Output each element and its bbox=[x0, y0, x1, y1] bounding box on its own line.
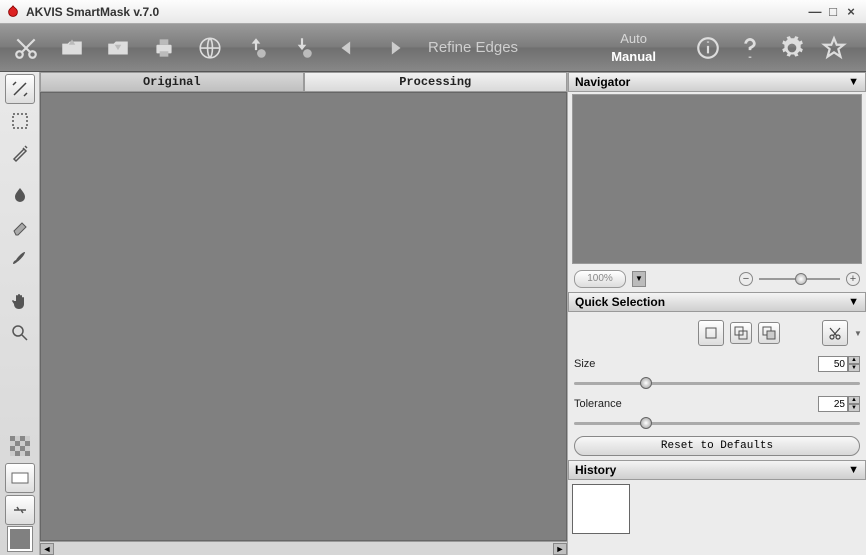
add-selection-icon[interactable] bbox=[730, 322, 752, 344]
collapse-icon[interactable]: ▼ bbox=[848, 464, 859, 476]
tolerance-slider[interactable] bbox=[574, 416, 860, 430]
zoom-out-button[interactable]: − bbox=[739, 272, 753, 286]
magic-brush-tool[interactable] bbox=[5, 138, 35, 168]
save-icon[interactable] bbox=[100, 30, 136, 66]
history-title: History bbox=[575, 463, 616, 477]
mode-auto[interactable]: Auto bbox=[620, 30, 647, 48]
zoom-controls: 100% ▼ − + bbox=[568, 266, 866, 292]
info-icon[interactable] bbox=[690, 30, 726, 66]
size-label: Size bbox=[574, 358, 595, 370]
quick-selection-header[interactable]: Quick Selection ▼ bbox=[568, 292, 866, 312]
minimize-button[interactable]: — bbox=[806, 4, 824, 19]
left-toolbox bbox=[0, 72, 40, 555]
maximize-button[interactable]: □ bbox=[824, 4, 842, 19]
close-button[interactable]: × bbox=[842, 4, 860, 19]
zoom-in-button[interactable]: + bbox=[846, 272, 860, 286]
canvas[interactable] bbox=[40, 92, 567, 541]
view-mode-2-icon[interactable] bbox=[5, 495, 35, 525]
tolerance-input[interactable] bbox=[818, 396, 848, 412]
right-panel: Navigator ▼ 100% ▼ − + Quick Selection ▼ bbox=[568, 72, 866, 555]
brush-tool[interactable] bbox=[5, 244, 35, 274]
zoom-dropdown-icon[interactable]: ▼ bbox=[632, 271, 646, 287]
export-settings-icon[interactable] bbox=[284, 30, 320, 66]
eraser-tool[interactable] bbox=[5, 212, 35, 242]
import-settings-icon[interactable] bbox=[238, 30, 274, 66]
quick-selection-panel: ▼ Size ▲▼ Tolerance ▲▼ Reset to Defaults bbox=[568, 312, 866, 460]
share-icon[interactable] bbox=[192, 30, 228, 66]
window-title: AKVIS SmartMask v.7.0 bbox=[26, 5, 159, 19]
tolerance-label: Tolerance bbox=[574, 398, 622, 410]
view-tabs: Original Processing bbox=[40, 72, 567, 92]
favorite-icon[interactable] bbox=[816, 30, 852, 66]
mode-switch: Auto Manual bbox=[587, 28, 680, 68]
zoom-tool[interactable] bbox=[5, 318, 35, 348]
checker-view-icon[interactable] bbox=[5, 431, 35, 461]
hand-tool[interactable] bbox=[5, 286, 35, 316]
redo-icon[interactable] bbox=[376, 30, 412, 66]
quick-selection-title: Quick Selection bbox=[575, 295, 665, 309]
settings-icon[interactable] bbox=[774, 30, 810, 66]
titlebar: AKVIS SmartMask v.7.0 — □ × bbox=[0, 0, 866, 24]
history-header[interactable]: History ▼ bbox=[568, 460, 866, 480]
help-icon[interactable] bbox=[732, 30, 768, 66]
size-input[interactable] bbox=[818, 356, 848, 372]
reset-defaults-button[interactable]: Reset to Defaults bbox=[574, 436, 860, 456]
tab-processing[interactable]: Processing bbox=[304, 72, 568, 92]
refine-edges-button[interactable]: Refine Edges bbox=[428, 39, 518, 56]
color-swatch[interactable] bbox=[8, 527, 32, 551]
history-thumbnail[interactable] bbox=[572, 484, 630, 534]
magic-wand-tool[interactable] bbox=[5, 74, 35, 104]
main-toolbar: Refine Edges Auto Manual bbox=[0, 24, 866, 72]
zoom-slider[interactable] bbox=[759, 274, 840, 284]
scissors-mode-icon[interactable] bbox=[822, 320, 848, 346]
navigator-header[interactable]: Navigator ▼ bbox=[568, 72, 866, 92]
new-selection-icon[interactable] bbox=[698, 320, 724, 346]
scissors-icon[interactable] bbox=[8, 30, 44, 66]
center-area: Original Processing ◄ ► bbox=[40, 72, 568, 555]
collapse-icon[interactable]: ▼ bbox=[848, 76, 859, 88]
collapse-icon[interactable]: ▼ bbox=[848, 296, 859, 308]
size-up[interactable]: ▲ bbox=[848, 356, 860, 364]
marquee-tool[interactable] bbox=[5, 106, 35, 136]
view-mode-1-icon[interactable] bbox=[5, 463, 35, 493]
open-icon[interactable] bbox=[54, 30, 90, 66]
drop-tool[interactable] bbox=[5, 180, 35, 210]
app-logo-icon bbox=[6, 5, 20, 19]
size-down[interactable]: ▼ bbox=[848, 364, 860, 372]
tol-down[interactable]: ▼ bbox=[848, 404, 860, 412]
subtract-selection-icon[interactable] bbox=[758, 322, 780, 344]
canvas-hscrollbar[interactable]: ◄ ► bbox=[40, 541, 567, 555]
tab-original[interactable]: Original bbox=[40, 72, 304, 92]
zoom-value[interactable]: 100% bbox=[574, 270, 626, 288]
scroll-left-icon[interactable]: ◄ bbox=[40, 543, 54, 555]
navigator-title: Navigator bbox=[575, 75, 630, 89]
scroll-right-icon[interactable]: ► bbox=[553, 543, 567, 555]
undo-icon[interactable] bbox=[330, 30, 366, 66]
tol-up[interactable]: ▲ bbox=[848, 396, 860, 404]
print-icon[interactable] bbox=[146, 30, 182, 66]
size-slider[interactable] bbox=[574, 376, 860, 390]
main-area: Original Processing ◄ ► Navigator ▼ 100%… bbox=[0, 72, 866, 555]
history-panel bbox=[568, 480, 866, 538]
navigator-preview[interactable] bbox=[572, 94, 862, 264]
mode-manual[interactable]: Manual bbox=[611, 48, 656, 66]
